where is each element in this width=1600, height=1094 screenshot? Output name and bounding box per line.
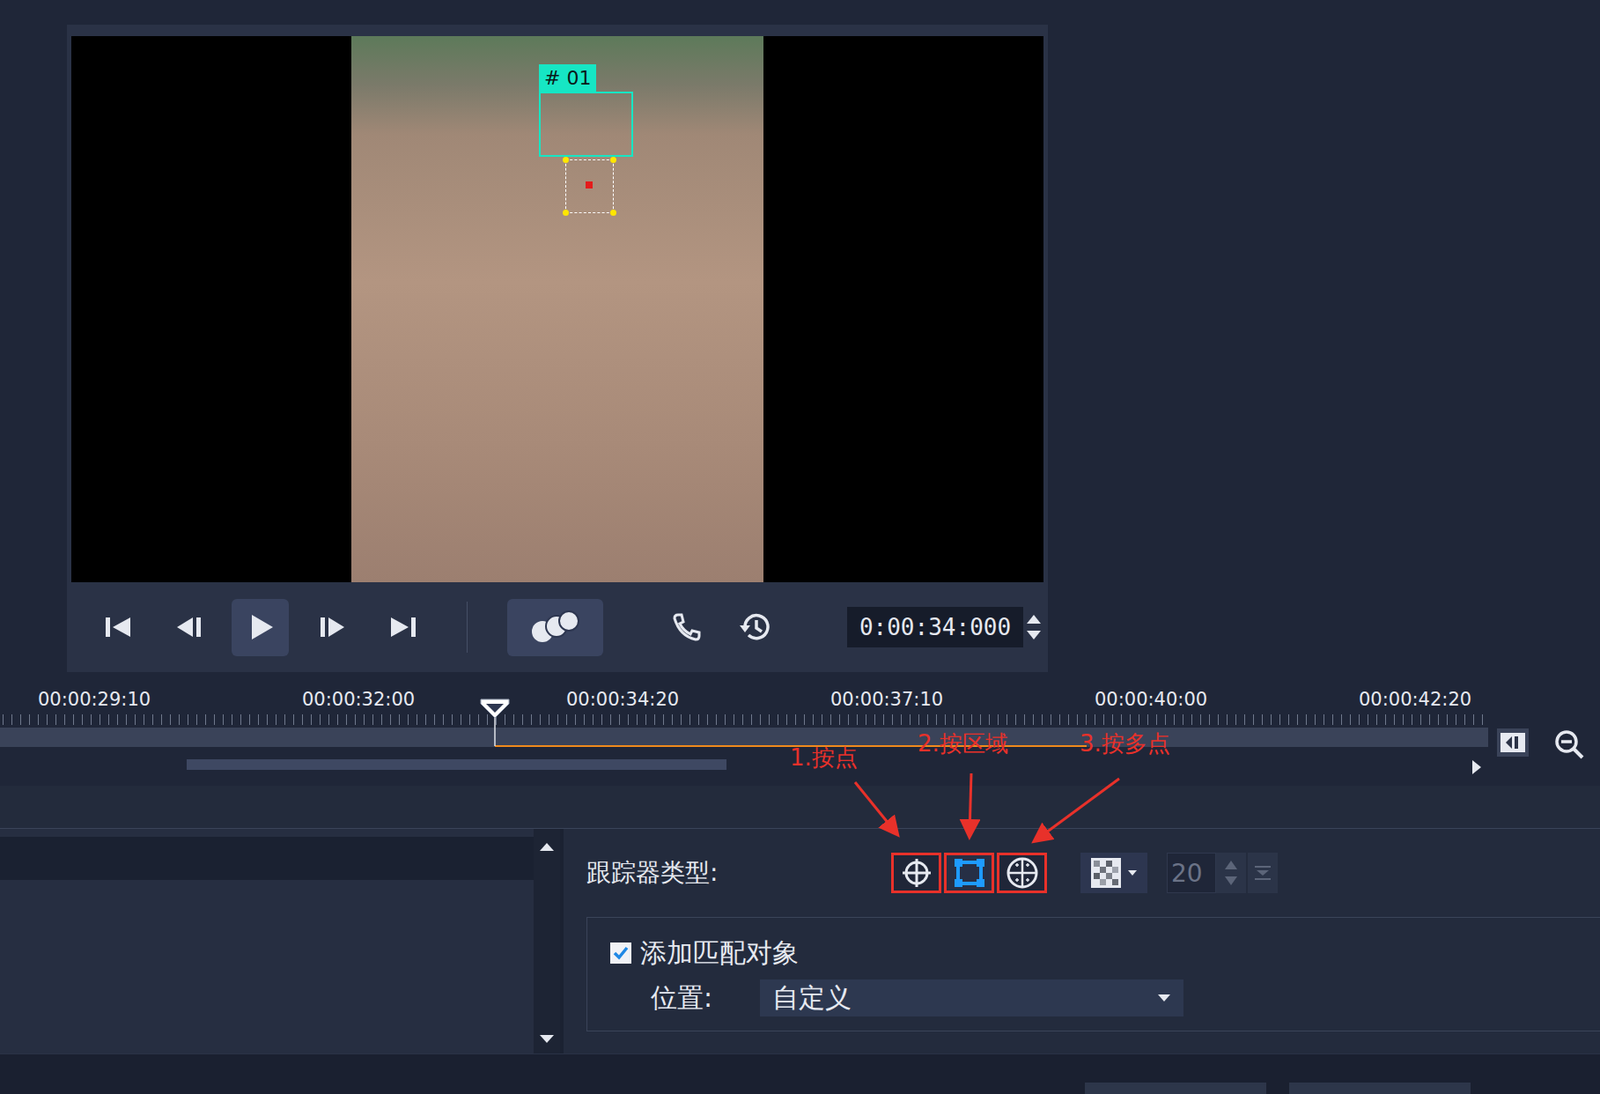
go-end-button[interactable]: [374, 598, 432, 657]
scroll-down-icon[interactable]: [538, 1033, 555, 1045]
position-label: 位置:: [650, 980, 760, 1017]
list-row[interactable]: [0, 836, 534, 880]
apply-all-icon: [1253, 862, 1273, 883]
match-object-group: 添加匹配对象位置: 自定义: [586, 916, 1600, 1032]
apply-size-button[interactable]: [1247, 852, 1278, 893]
timeline-scrollbar[interactable]: [0, 759, 1489, 770]
timeline-track[interactable]: [0, 727, 1489, 747]
top-area: # 010:00:34:00000:00:29:1000:00:32:0000:…: [0, 0, 1600, 786]
time-ruler[interactable]: 00:00:29:1000:00:32:0000:00:34:2000:00:3…: [0, 671, 1600, 713]
next-frame-button[interactable]: [302, 598, 361, 657]
zoom-out-button[interactable]: [1551, 726, 1587, 762]
tracker-type-label: 跟踪器类型:: [586, 855, 892, 890]
tracker-type-group: [891, 852, 1048, 893]
ruler-ticks: [0, 714, 1489, 725]
keyframe-icon: [1498, 729, 1527, 755]
mosaic-size-field[interactable]: 20: [1166, 852, 1278, 893]
selection-box[interactable]: [565, 159, 614, 214]
point-tracker-button[interactable]: [891, 852, 942, 893]
playback-controls: 0:00:34:000: [71, 582, 1044, 672]
scroll-up-icon[interactable]: [538, 840, 555, 852]
mosaic-size-value: 20: [1166, 852, 1217, 893]
scroll-right-icon[interactable]: [1470, 758, 1483, 776]
prev-frame-button[interactable]: [160, 598, 218, 657]
video-frame: # 01: [351, 36, 764, 583]
step-forward-icon: [316, 613, 348, 641]
settings-panel: 跟踪器类型: 20 添加匹配对象位置: 自定义: [0, 785, 1600, 1094]
timecode-field[interactable]: 0:00:34:000: [847, 606, 1024, 648]
crosshair-icon: [900, 856, 933, 889]
add-match-label: 添加匹配对象: [640, 935, 799, 971]
tick-label: 00:00:40:00: [1094, 687, 1359, 713]
tracker-type-row: 跟踪器类型: 20: [586, 828, 1600, 917]
dropdown-arrow-icon: [1127, 869, 1138, 877]
tick-label: 00:00:29:10: [37, 687, 303, 713]
position-dropdown[interactable]: 自定义: [759, 979, 1184, 1017]
tick-label: 00:00:32:00: [302, 687, 567, 713]
tracker-box[interactable]: [538, 91, 634, 157]
tick-label: 00:00:42:20: [1358, 687, 1600, 713]
footer-bar: [0, 1053, 1600, 1094]
separator: [466, 601, 468, 653]
history-button[interactable]: [736, 598, 775, 657]
video-screen: # 01: [71, 36, 1044, 583]
area-icon: [953, 857, 986, 888]
history-icon: [737, 609, 774, 645]
timecode-spinner[interactable]: [1024, 609, 1043, 645]
zoom-out-icon: [1553, 728, 1586, 760]
list-scrollbar[interactable]: [533, 828, 561, 1054]
circles-icon: [524, 606, 587, 648]
position-row: 位置: 自定义: [610, 979, 1600, 1017]
add-match-checkbox[interactable]: [610, 942, 632, 964]
area-tracker-button[interactable]: [943, 852, 995, 893]
tracker-label: # 01: [538, 64, 597, 92]
tick-label: 00:00:37:10: [830, 687, 1095, 713]
annotation-label: 3.按多点: [1079, 729, 1171, 758]
track-mode-button[interactable]: [507, 598, 604, 657]
scroll-thumb[interactable]: [186, 759, 727, 770]
annotation-arrows: [0, 0, 1600, 1094]
up-down-icon: [1223, 855, 1239, 891]
panel-header: [0, 785, 1600, 829]
panel-divider: [560, 828, 564, 1054]
playhead-icon[interactable]: [479, 696, 511, 746]
motion-tracking-window: # 010:00:34:00000:00:29:1000:00:32:0000:…: [0, 0, 1600, 1094]
footer-button[interactable]: [1084, 1082, 1267, 1094]
phone-icon: [669, 611, 705, 643]
mosaic-icon: [1090, 856, 1122, 889]
footer-button[interactable]: [1289, 1082, 1471, 1094]
up-down-icon: [1024, 609, 1043, 645]
tick-label: 00:00:34:20: [566, 687, 831, 713]
preview-panel: # 01 0:00:34:000: [66, 24, 1048, 672]
annotation-label: 1.按点: [789, 743, 858, 772]
check-icon: [611, 943, 630, 962]
mosaic-size-spinner[interactable]: [1216, 852, 1247, 893]
mosaic-dropdown[interactable]: [1080, 852, 1148, 893]
skip-end-icon: [387, 613, 420, 641]
add-match-checkbox-row[interactable]: 添加匹配对象: [610, 935, 1600, 971]
step-back-icon: [173, 613, 206, 641]
track-to-button[interactable]: [667, 598, 707, 657]
keyframe-button[interactable]: [1496, 728, 1529, 757]
object-list: [0, 828, 561, 1054]
play-icon: [244, 611, 277, 643]
tracker-settings: 跟踪器类型: 20 添加匹配对象位置: 自定义: [563, 828, 1600, 1054]
play-button[interactable]: [231, 598, 289, 657]
multipoint-icon: [1004, 855, 1040, 890]
dropdown-arrow-icon: [1157, 993, 1172, 1003]
list-area[interactable]: [0, 828, 534, 1054]
multipoint-tracker-button[interactable]: [996, 852, 1048, 893]
go-start-button[interactable]: [88, 598, 147, 657]
panel-body: 跟踪器类型: 20 添加匹配对象位置: 自定义: [0, 828, 1600, 1054]
position-value: 自定义: [772, 980, 852, 1017]
skip-start-icon: [102, 613, 134, 641]
annotation-label: 2.按区域: [917, 729, 1009, 758]
